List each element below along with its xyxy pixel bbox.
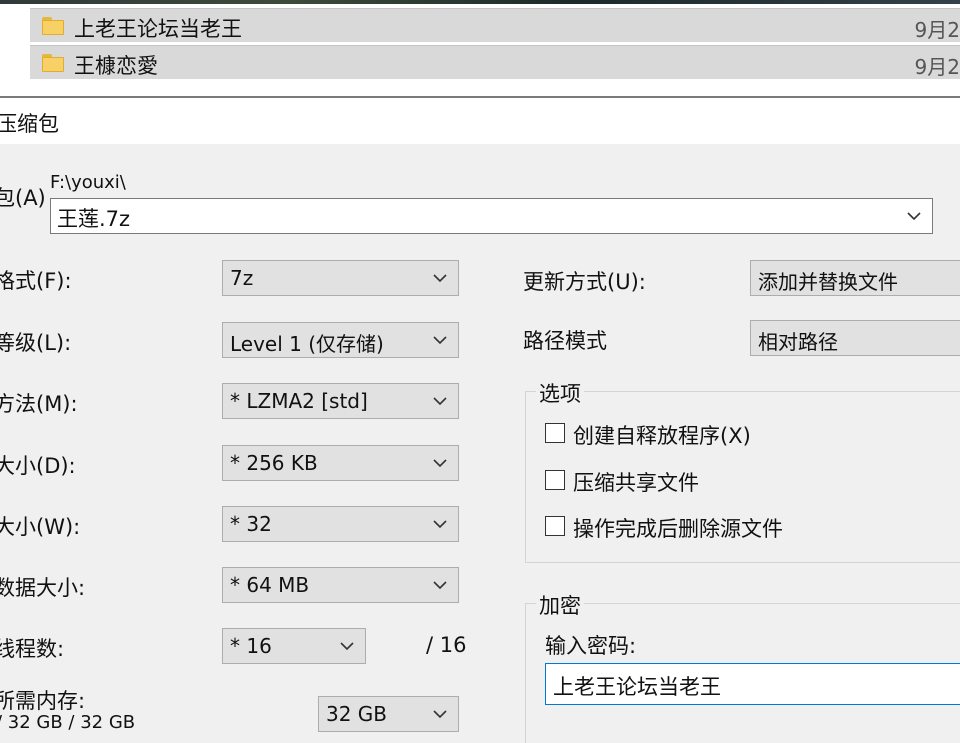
encryption-title: 加密 <box>536 590 584 620</box>
archive-name-value: 王莲.7z <box>57 207 131 231</box>
chevron-down-icon <box>432 393 448 409</box>
delete-after-option[interactable]: 操作完成后删除源文件 <box>545 513 845 541</box>
chevron-down-icon <box>432 332 448 348</box>
window-edge <box>0 0 960 4</box>
password-value: 上老王论坛当老王 <box>553 675 721 699</box>
file-name: 上老王论坛当老王 <box>74 17 242 41</box>
threads-value: * 16 <box>230 634 272 658</box>
file-name: 王槺恋愛 <box>74 54 158 78</box>
format-value: 7z <box>230 266 254 290</box>
path-mode-select[interactable]: 相对路径 <box>750 320 960 356</box>
chevron-down-icon <box>432 516 448 532</box>
threads-label: 线程数: <box>0 637 65 661</box>
archive-path: F:\youxi\ <box>50 172 126 193</box>
shared-files-checkbox-label: 压缩共享文件 <box>573 471 699 495</box>
solid-block-size-label: 数据大小: <box>0 576 86 600</box>
archive-label: 包(A) <box>0 186 46 210</box>
update-mode-value: 添加并替换文件 <box>758 270 898 294</box>
sfx-checkbox[interactable] <box>545 423 565 443</box>
shared-files-option[interactable]: 压缩共享文件 <box>545 467 845 495</box>
file-date: 9月2 <box>914 55 960 79</box>
dictionary-size-label: 大小(D): <box>0 454 76 478</box>
password-input[interactable]: 上老王论坛当老王 <box>545 663 960 705</box>
memory-label: 所需内存: <box>0 689 86 713</box>
sfx-checkbox-label: 创建自释放程序(X) <box>573 424 751 448</box>
dictionary-size-select[interactable]: * 256 KB <box>222 445 459 481</box>
dialog-titlebar: 压缩包 <box>0 98 960 144</box>
list-item[interactable]: 王槺恋愛 9月2 <box>30 45 960 79</box>
chevron-down-icon <box>432 455 448 471</box>
word-size-label: 大小(W): <box>0 515 81 539</box>
password-label: 输入密码: <box>545 634 637 658</box>
level-select[interactable]: Level 1 (仅存储) <box>222 322 459 358</box>
word-size-select[interactable]: * 32 <box>222 506 459 542</box>
memory-values: / 32 GB / 32 GB <box>0 712 136 733</box>
threads-max: / 16 <box>426 633 467 657</box>
method-select[interactable]: * LZMA2 [std] <box>222 383 459 419</box>
sfx-option[interactable]: 创建自释放程序(X) <box>545 420 845 448</box>
threads-select[interactable]: * 16 <box>222 628 366 664</box>
delete-after-checkbox[interactable] <box>545 516 565 536</box>
memory-select[interactable]: 32 GB <box>318 696 459 732</box>
options-title: 选项 <box>536 378 584 408</box>
add-to-archive-dialog: 压缩包 包(A) F:\youxi\ 王莲.7z 格式(F): 7z 等级(L)… <box>0 96 960 743</box>
format-label: 格式(F): <box>0 269 72 293</box>
chevron-down-icon <box>339 638 355 654</box>
solid-block-size-select[interactable]: * 64 MB <box>222 567 459 603</box>
memory-value: 32 GB <box>326 702 388 726</box>
chevron-down-icon[interactable] <box>906 208 922 224</box>
method-value: * LZMA2 [std] <box>230 389 368 413</box>
folder-icon <box>42 17 64 35</box>
solid-block-size-value: * 64 MB <box>230 573 310 597</box>
file-explorer: 上老王论坛当老王 9月2 王槺恋愛 9月2 <box>0 0 960 96</box>
level-label: 等级(L): <box>0 331 72 355</box>
dialog-title: 压缩包 <box>0 112 59 136</box>
method-label: 方法(M): <box>0 392 78 416</box>
delete-after-checkbox-label: 操作完成后删除源文件 <box>573 517 783 541</box>
dictionary-size-value: * 256 KB <box>230 451 318 475</box>
folder-icon <box>42 54 64 72</box>
file-date: 9月2 <box>914 18 960 42</box>
update-mode-select[interactable]: 添加并替换文件 <box>750 260 960 296</box>
word-size-value: * 32 <box>230 512 272 536</box>
chevron-down-icon <box>432 270 448 286</box>
chevron-down-icon <box>432 706 448 722</box>
path-mode-value: 相对路径 <box>758 330 838 354</box>
chevron-down-icon <box>432 577 448 593</box>
level-value: Level 1 (仅存储) <box>230 332 384 356</box>
update-mode-label: 更新方式(U): <box>523 270 646 294</box>
archive-name-combo[interactable]: 王莲.7z <box>50 198 933 234</box>
format-select[interactable]: 7z <box>222 260 459 296</box>
shared-files-checkbox[interactable] <box>545 470 565 490</box>
list-item[interactable]: 上老王论坛当老王 9月2 <box>30 8 960 42</box>
path-mode-label: 路径模式 <box>523 329 607 353</box>
